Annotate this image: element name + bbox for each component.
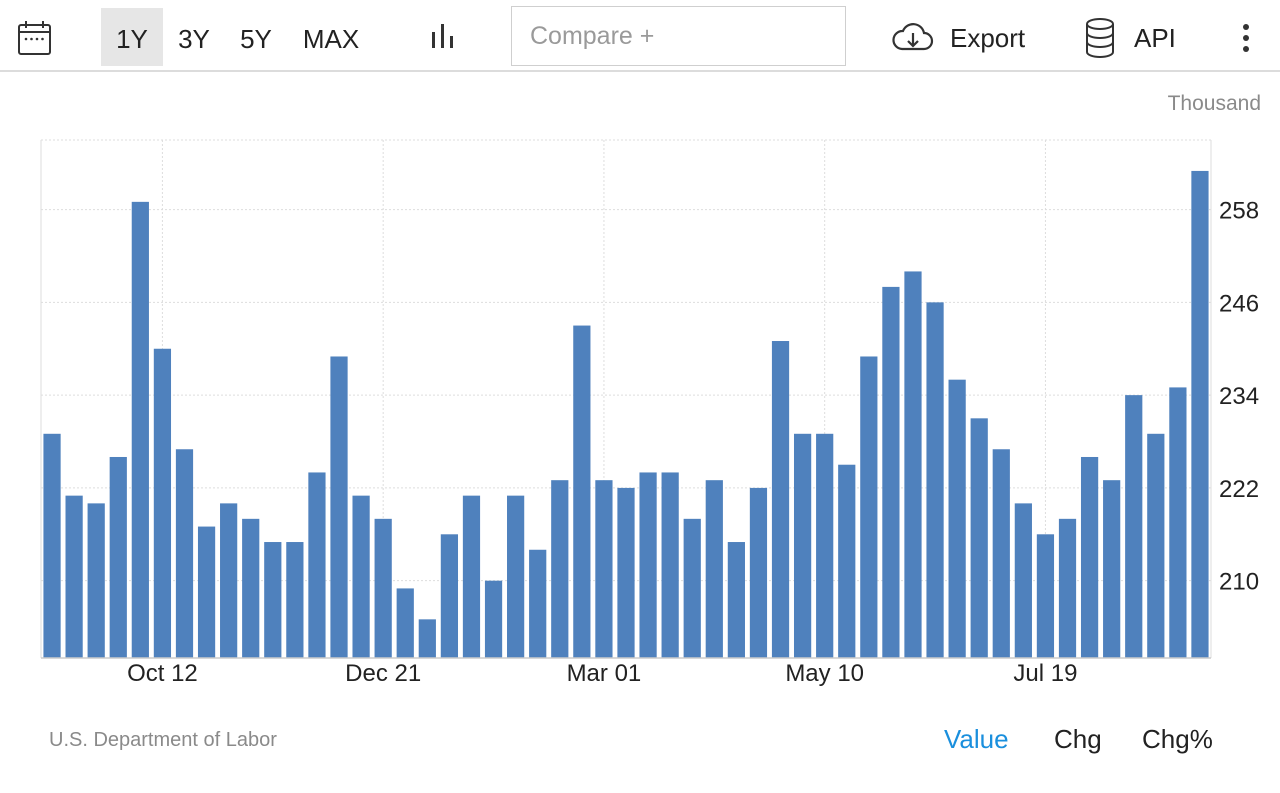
bar [286, 542, 304, 658]
bar [153, 348, 172, 658]
bar [816, 433, 834, 658]
api-label: API [1134, 22, 1176, 53]
export-button[interactable]: Export [890, 16, 1025, 60]
bar [860, 356, 878, 658]
range-5y-button[interactable]: 5Y [230, 8, 282, 66]
bar [683, 518, 701, 658]
bar [661, 472, 679, 658]
y-tick-label: 210 [1219, 569, 1259, 596]
x-tick-label: May 10 [785, 660, 864, 687]
range-max-button[interactable]: MAX [296, 8, 366, 66]
compare-input[interactable] [511, 6, 846, 66]
bar [617, 487, 635, 658]
tab-chg-percent[interactable]: Chg% [1142, 724, 1213, 755]
more-vertical-icon[interactable] [1232, 18, 1260, 58]
bar [573, 325, 591, 658]
bar [705, 480, 723, 658]
bar [131, 201, 149, 658]
bar [970, 418, 988, 658]
api-button[interactable]: API [1082, 14, 1176, 62]
bar [65, 495, 83, 658]
bar [793, 433, 812, 658]
bar [1014, 503, 1032, 658]
bar [882, 286, 900, 658]
bar [1191, 170, 1209, 659]
bar [1036, 534, 1055, 658]
bar [462, 495, 481, 658]
bar [175, 449, 194, 658]
bar [308, 472, 326, 658]
tab-value[interactable]: Value [944, 724, 1009, 755]
database-icon [1082, 14, 1118, 62]
export-label: Export [950, 22, 1026, 53]
bar [1147, 433, 1165, 658]
bar [639, 472, 657, 658]
bar [374, 518, 392, 658]
bar [595, 480, 613, 658]
bar [87, 503, 105, 658]
source-label: U.S. Department of Labor [49, 729, 277, 751]
bar [242, 518, 260, 658]
range-3y-button[interactable]: 3Y [168, 8, 220, 66]
tab-chg[interactable]: Chg [1054, 724, 1102, 755]
bar [1125, 395, 1143, 658]
bar [264, 542, 282, 658]
bar-chart: 210 222 234 246 258 Oct 12 Dec 21 Mar 01 May 10 J… [40, 139, 1259, 687]
bar [771, 341, 790, 658]
cloud-download-icon [890, 16, 936, 60]
x-tick-label: Jul 19 [1013, 660, 1077, 687]
bar [352, 495, 370, 658]
bar [529, 549, 547, 658]
bar [1080, 456, 1099, 658]
y-tick-label: 234 [1219, 383, 1259, 410]
bar [418, 619, 436, 658]
range-1y-button[interactable]: 1Y [101, 8, 163, 66]
bar [1058, 518, 1077, 658]
calendar-icon[interactable] [14, 18, 54, 58]
y-tick-label: 222 [1219, 476, 1259, 503]
bar [551, 480, 569, 658]
x-tick-label: Dec 21 [345, 660, 421, 687]
bar [43, 433, 61, 658]
bar [109, 456, 127, 658]
bar [507, 495, 525, 658]
y-tick-label: 258 [1219, 198, 1259, 225]
bar [926, 302, 944, 658]
bar [727, 542, 745, 658]
bar [749, 487, 768, 658]
bar [948, 379, 966, 658]
bar [484, 580, 503, 658]
y-tick-label: 246 [1219, 290, 1259, 317]
toolbar: 1Y 3Y 5Y MAX Export AP [0, 0, 1280, 72]
bar [197, 526, 216, 658]
bar-chart-icon[interactable] [424, 18, 464, 58]
bar [992, 449, 1010, 658]
bar [440, 534, 459, 658]
bar [1169, 387, 1187, 658]
bar [1103, 480, 1121, 658]
bar [396, 588, 414, 658]
bar [220, 503, 238, 658]
x-tick-label: Oct 12 [127, 660, 198, 687]
bar [838, 464, 856, 658]
bar [330, 356, 348, 658]
unit-label: Thousand [1167, 92, 1261, 115]
bar [904, 271, 922, 658]
x-tick-label: Mar 01 [567, 660, 642, 687]
